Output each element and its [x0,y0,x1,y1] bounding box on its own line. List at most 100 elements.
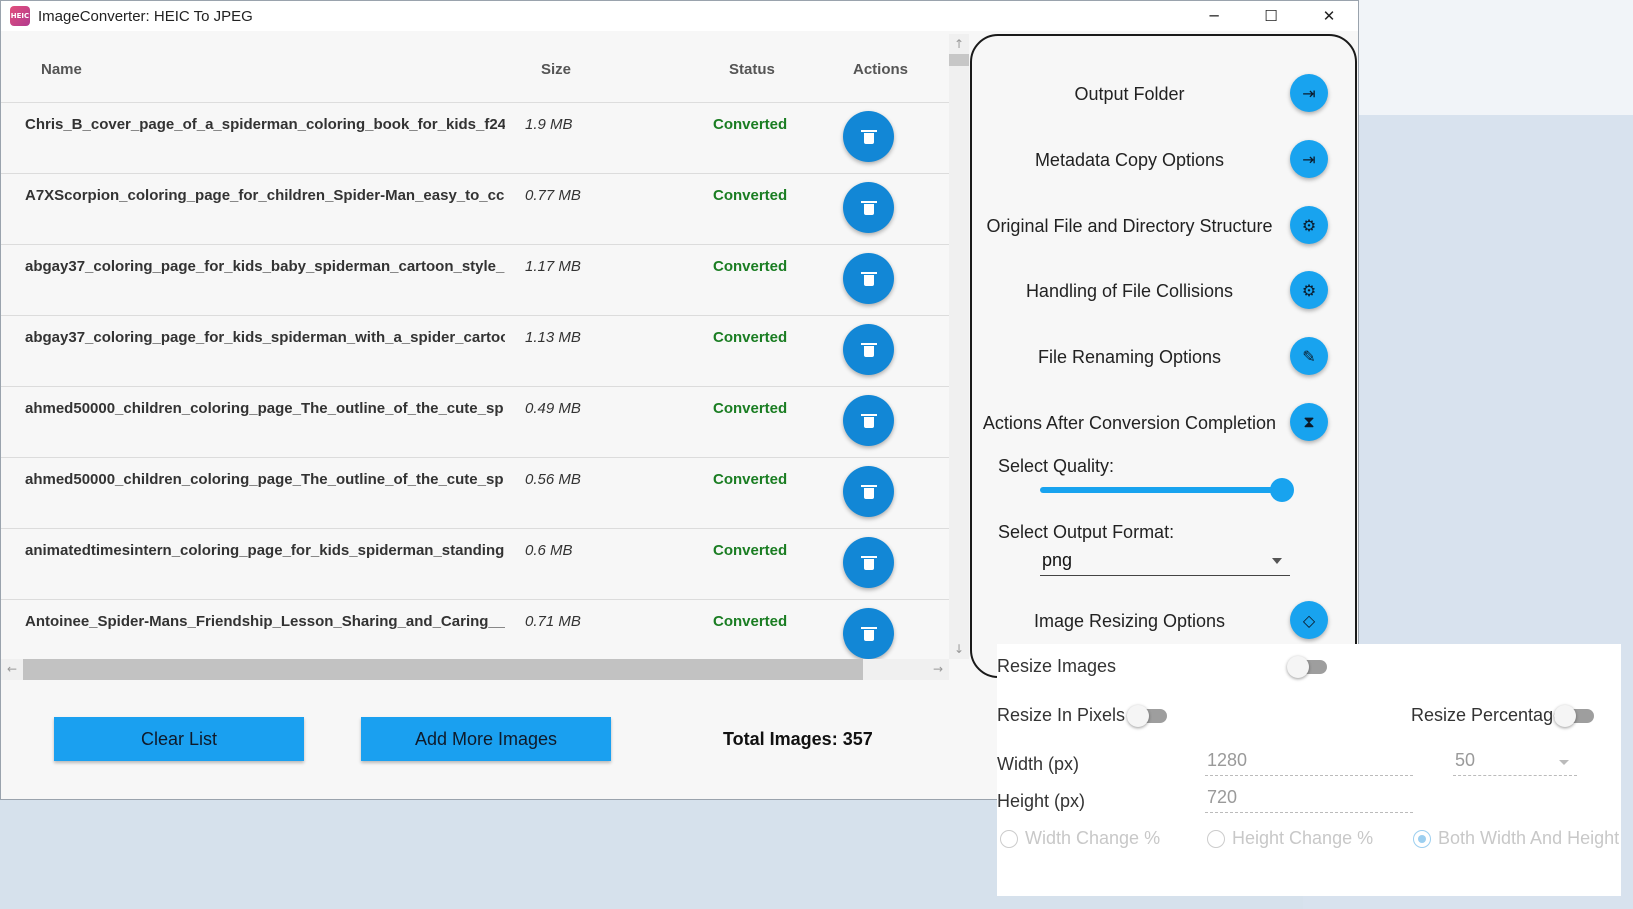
delete-button[interactable] [843,537,894,588]
gear-icon[interactable]: ⚙ [1290,206,1328,244]
width-value: 1280 [1207,750,1248,770]
export-icon[interactable]: ⇥ [1290,74,1328,112]
export-icon[interactable]: ⇥ [1290,140,1328,178]
trash-icon [860,342,877,357]
title-bar: HEIC ImageConverter: HEIC To JPEG ─ ☐ ✕ [1,1,1358,31]
horizontal-scrollbar[interactable]: ← → [1,659,949,680]
close-button[interactable]: ✕ [1300,1,1358,31]
resize-pixels-label: Resize In Pixels [997,705,1126,725]
output-format-select[interactable]: png [1040,546,1290,576]
file-size: 1.9 MB [525,116,573,133]
height-input[interactable]: 720 [1205,785,1413,813]
delete-button[interactable] [843,395,894,446]
minimize-button[interactable]: ─ [1185,1,1243,31]
table-row: abgay37_coloring_page_for_kids_spiderman… [1,316,949,387]
maximize-button[interactable]: ☐ [1242,1,1300,31]
delete-button[interactable] [843,466,894,517]
file-status: Converted [713,116,788,133]
scroll-down-arrow-icon[interactable]: ↓ [949,639,969,659]
add-more-images-button[interactable]: Add More Images [361,717,611,761]
file-size: 0.6 MB [525,542,573,559]
delete-button[interactable] [843,253,894,304]
file-name: abgay37_coloring_page_for_kids_spiderman… [25,329,505,346]
width-change-radio[interactable] [1000,830,1018,848]
column-header-actions: Actions [853,61,909,78]
scroll-right-arrow-icon[interactable]: → [927,659,949,680]
file-name: ahmed50000_children_coloring_page_The_ou… [25,471,504,488]
file-name: animatedtimesintern_coloring_page_for_ki… [25,542,505,559]
app-icon-text: HEIC [10,12,30,20]
column-header-size[interactable]: Size [541,61,571,78]
resize-icon[interactable]: ◇ [1290,601,1328,639]
trash-icon [860,484,877,499]
app-icon: HEIC [10,6,30,26]
toggle-knob [1554,705,1576,727]
option-label: Actions After Conversion Completion [982,413,1277,433]
table-row: animatedtimesintern_coloring_page_for_ki… [1,529,949,600]
option-original-structure: Original File and Directory Structure ⚙ [972,204,1359,248]
resize-images-toggle[interactable] [1287,656,1327,678]
option-after-conversion: Actions After Conversion Completion ⧗ [972,401,1359,445]
width-input[interactable]: 1280 [1205,748,1413,776]
chevron-down-icon [1559,760,1569,765]
resize-percentage-toggle[interactable] [1554,705,1594,727]
option-image-resizing: Image Resizing Options ◇ [972,599,1359,643]
quality-label: Select Quality: [998,456,1115,476]
resize-pixels-toggle[interactable] [1127,705,1167,727]
file-name: abgay37_coloring_page_for_kids_baby_spid… [25,258,505,275]
vertical-scroll-thumb[interactable] [949,54,969,66]
format-label: Select Output Format: [998,522,1175,542]
trash-icon [860,129,877,144]
height-change-radio[interactable] [1207,830,1225,848]
table-row: Chris_B_cover_page_of_a_spiderman_colori… [1,103,949,174]
delete-button[interactable] [843,111,894,162]
chevron-down-icon [1272,558,1282,564]
percentage-select[interactable]: 50 [1453,748,1577,776]
both-width-height-radio[interactable] [1413,830,1431,848]
resize-images-label: Resize Images [997,656,1117,676]
file-size: 1.13 MB [525,329,581,346]
file-status: Converted [713,187,788,204]
table-row: Antoinee_Spider-Mans_Friendship_Lesson_S… [1,600,949,660]
trash-icon [860,626,877,641]
file-size: 0.71 MB [525,613,581,630]
file-size: 1.17 MB [525,258,581,275]
trash-icon [860,271,877,286]
hourglass-icon[interactable]: ⧗ [1290,403,1328,441]
file-size: 0.77 MB [525,187,581,204]
window-title: ImageConverter: HEIC To JPEG [38,7,253,25]
file-list: Chris_B_cover_page_of_a_spiderman_colori… [1,103,949,660]
scroll-up-arrow-icon[interactable]: ↑ [949,34,969,54]
edit-icon[interactable]: ✎ [1290,337,1328,375]
gear-icon[interactable]: ⚙ [1290,271,1328,309]
horizontal-scroll-thumb[interactable] [23,659,863,680]
quality-slider-track[interactable] [1040,487,1280,493]
delete-button[interactable] [843,324,894,375]
quality-slider-thumb[interactable] [1270,478,1294,502]
table-header: Name Size Status Actions [1,37,949,103]
table-row: A7XScorpion_coloring_page_for_children_S… [1,174,949,245]
trash-icon [860,200,877,215]
file-status: Converted [713,613,788,630]
column-header-status[interactable]: Status [729,61,775,78]
total-images-count: Total Images: 357 [723,729,873,749]
file-name: A7XScorpion_coloring_page_for_children_S… [25,187,505,204]
option-file-collisions: Handling of File Collisions ⚙ [972,269,1359,313]
scroll-left-arrow-icon[interactable]: ← [1,659,23,680]
percentage-value: 50 [1455,750,1476,770]
option-metadata-copy: Metadata Copy Options ⇥ [972,138,1359,182]
column-header-name[interactable]: Name [41,61,82,78]
width-label: Width (px) [997,754,1080,774]
output-format-value: png [1042,550,1073,570]
delete-button[interactable] [843,608,894,659]
file-status: Converted [713,329,788,346]
file-status: Converted [713,471,788,488]
delete-button[interactable] [843,182,894,233]
height-label: Height (px) [997,791,1086,811]
clear-list-button[interactable]: Clear List [54,717,304,761]
table-row: ahmed50000_children_coloring_page_The_ou… [1,387,949,458]
file-name: Chris_B_cover_page_of_a_spiderman_colori… [25,116,505,133]
file-status: Converted [713,258,788,275]
trash-icon [860,413,877,428]
vertical-scrollbar[interactable]: ↑ ↓ [949,34,969,659]
